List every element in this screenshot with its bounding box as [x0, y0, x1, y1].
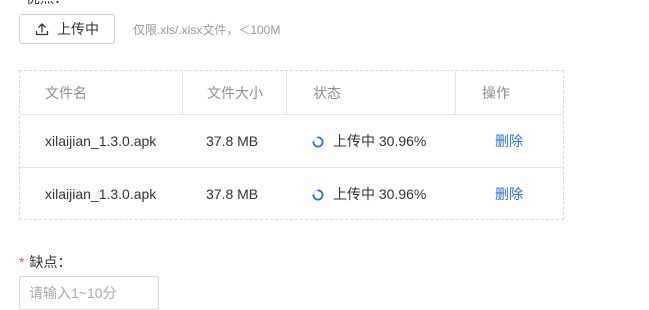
file-name: xilaijian_1.3.0.apk: [45, 132, 157, 149]
delete-link[interactable]: 删除: [495, 131, 523, 151]
loading-spinner-icon: [312, 188, 324, 200]
cons-label: * 缺点：: [19, 252, 71, 272]
loading-spinner-icon: [312, 135, 324, 147]
header-filename: 文件名: [45, 84, 87, 101]
required-mark: *: [19, 254, 25, 270]
table-row: xilaijian_1.3.0.apk 37.8 MB 上传中 30.96% 删…: [20, 167, 563, 220]
header-status: 状态: [286, 71, 455, 114]
file-name: xilaijian_1.3.0.apk: [45, 185, 157, 202]
delete-link-cell: 删除: [455, 167, 563, 220]
table-header: 文件名 文件大小 状态 操作: [20, 71, 563, 115]
upload-status: 上传中 30.96%: [286, 167, 455, 220]
file-table: 文件名 文件大小 状态 操作 xilaijian_1.3.0.apk 37.8 …: [19, 70, 564, 220]
upload-hint: 仅限.xls/.xlsx文件，＜100M: [133, 23, 281, 37]
header-filesize: 文件大小: [182, 71, 286, 114]
upload-button[interactable]: 上传中: [19, 14, 115, 44]
cons-label-text: 缺点：: [29, 254, 72, 270]
upload-button-label: 上传中: [57, 21, 99, 37]
upload-status-text: 上传中 30.96%: [333, 132, 427, 149]
score-input[interactable]: [19, 276, 159, 310]
upload-status-text: 上传中 30.96%: [333, 185, 427, 202]
pros-label: 优点：: [26, 0, 68, 8]
delete-link[interactable]: 删除: [495, 184, 523, 204]
header-action: 操作: [455, 71, 563, 114]
upload-status: 上传中 30.96%: [286, 114, 455, 167]
delete-link-cell: 删除: [455, 114, 563, 167]
table-row: xilaijian_1.3.0.apk 37.8 MB 上传中 30.96% 删…: [20, 114, 563, 168]
file-size: 37.8 MB: [206, 132, 259, 149]
upload-icon: [35, 22, 49, 36]
file-size: 37.8 MB: [206, 185, 259, 202]
